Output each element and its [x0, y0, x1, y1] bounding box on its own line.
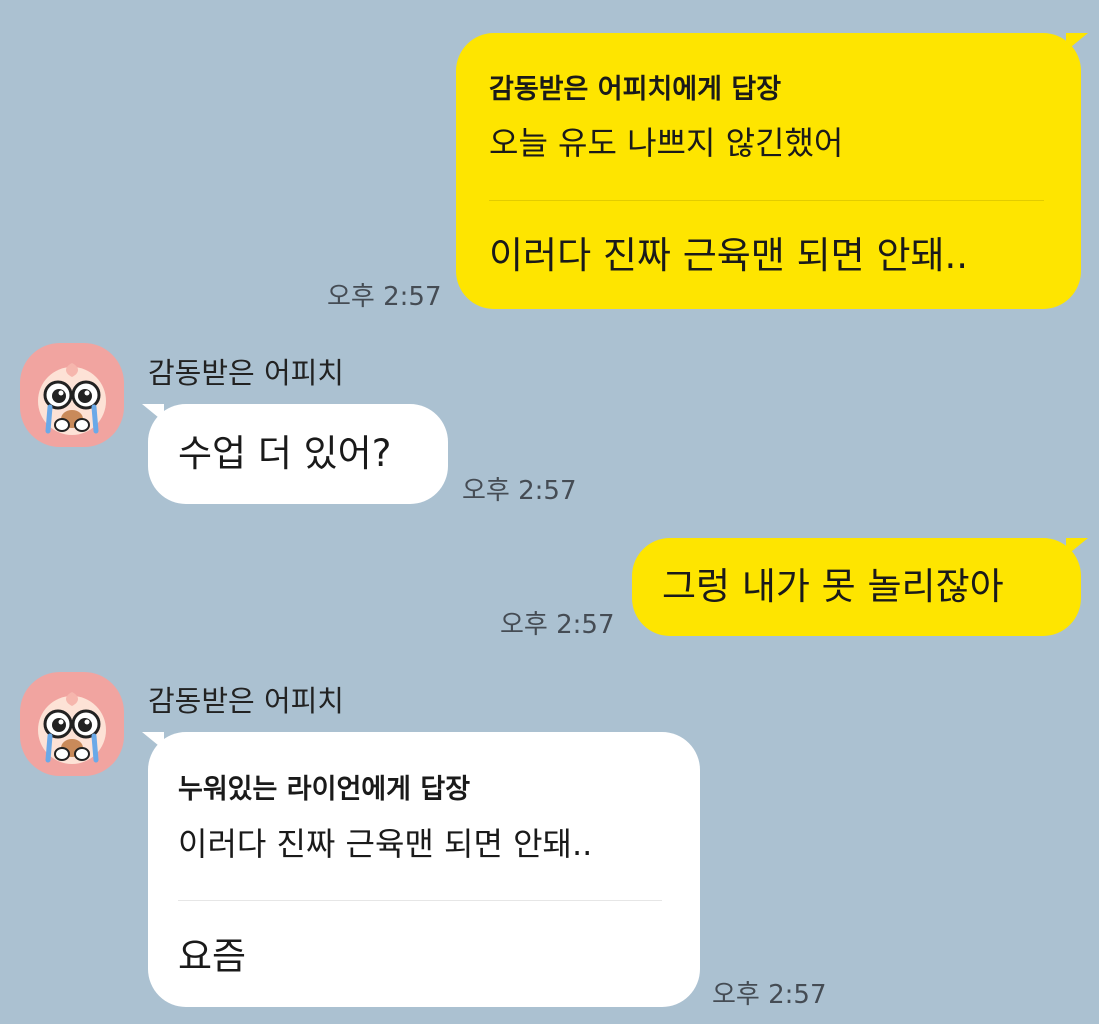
- reply-target-label: 누워있는 라이언에게 답장: [178, 774, 471, 805]
- reply-divider: [178, 900, 662, 901]
- quoted-message-text: 오늘 유도 나쁘지 않긴했어: [489, 124, 844, 162]
- message-text: 그렁 내가 못 놀리잖아: [662, 565, 1004, 608]
- incoming-message-bubble[interactable]: 수업 더 있어?: [148, 404, 448, 504]
- message-timestamp: 오후 2:57: [712, 980, 827, 1010]
- apeach-crying-icon[interactable]: [20, 343, 124, 447]
- bubble-tail: [1066, 33, 1088, 51]
- message-text: 이러다 진짜 근육맨 되면 안돼..: [489, 234, 969, 277]
- message-timestamp: 오후 2:57: [500, 610, 615, 640]
- message-timestamp: 오후 2:57: [462, 476, 577, 506]
- sender-name: 감동받은 어피치: [148, 356, 344, 390]
- my-reply-message-bubble[interactable]: 감동받은 어피치에게 답장 오늘 유도 나쁘지 않긴했어 이러다 진짜 근육맨 …: [456, 33, 1081, 309]
- message-text: 요즘: [178, 935, 247, 978]
- incoming-reply-message-bubble[interactable]: 누워있는 라이언에게 답장 이러다 진짜 근육맨 되면 안돼.. 요즘: [148, 732, 700, 1007]
- reply-target-label: 감동받은 어피치에게 답장: [489, 74, 782, 105]
- bubble-tail: [1066, 538, 1088, 556]
- message-text: 수업 더 있어?: [178, 432, 392, 475]
- reply-divider: [489, 200, 1044, 201]
- my-message-bubble[interactable]: 그렁 내가 못 놀리잖아: [632, 538, 1081, 636]
- message-timestamp: 오후 2:57: [327, 282, 442, 312]
- quoted-message-text: 이러다 진짜 근육맨 되면 안돼..: [178, 825, 593, 863]
- apeach-crying-icon[interactable]: [20, 672, 124, 776]
- sender-name: 감동받은 어피치: [148, 684, 344, 718]
